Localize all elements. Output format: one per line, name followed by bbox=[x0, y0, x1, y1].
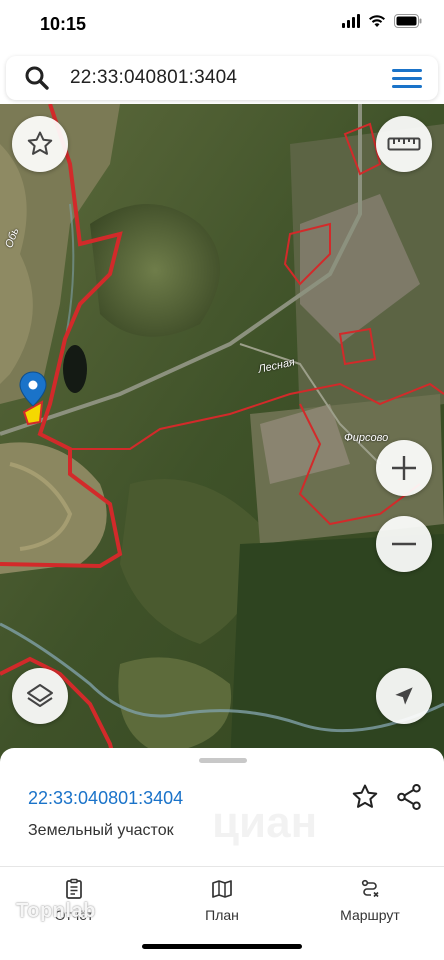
ruler-icon bbox=[387, 137, 421, 151]
parcel-type: Земельный участок bbox=[28, 822, 174, 839]
brand-watermark: Topnlab bbox=[16, 900, 96, 922]
watermark-text: циан bbox=[212, 798, 318, 847]
tab-route[interactable]: Маршрут bbox=[296, 867, 444, 937]
route-icon bbox=[361, 879, 379, 898]
tab-plan-label: План bbox=[205, 907, 239, 923]
layers-button[interactable] bbox=[12, 668, 68, 724]
star-outline-icon[interactable] bbox=[350, 782, 380, 812]
wifi-icon bbox=[368, 14, 386, 28]
hamburger-menu-icon[interactable] bbox=[390, 66, 424, 90]
map-label-village: Фирсово bbox=[344, 432, 389, 444]
my-location-button[interactable] bbox=[376, 668, 432, 724]
tab-plan[interactable]: План bbox=[148, 867, 296, 937]
status-time: 10:15 bbox=[40, 14, 87, 34]
battery-icon bbox=[394, 14, 422, 28]
map-plan-icon bbox=[212, 880, 232, 898]
status-icons bbox=[342, 14, 422, 28]
search-input[interactable]: 22:33:040801:3404 bbox=[70, 67, 237, 89]
parcel-bottom-sheet[interactable]: циан 22:33:040801:3404 Земельный участок… bbox=[0, 748, 444, 960]
minus-icon bbox=[392, 542, 416, 546]
tab-route-label: Маршрут bbox=[340, 907, 400, 923]
status-bar: 10:15 bbox=[0, 0, 444, 50]
search-icon[interactable] bbox=[24, 65, 50, 91]
zoom-out-button[interactable] bbox=[376, 516, 432, 572]
navigation-arrow-icon bbox=[395, 687, 413, 705]
satellite-map[interactable]: Лесная Фирсово Обь bbox=[0, 104, 444, 764]
report-icon bbox=[66, 878, 82, 899]
share-icon[interactable] bbox=[394, 782, 424, 812]
search-bar[interactable]: 22:33:040801:3404 bbox=[6, 56, 438, 100]
layers-icon bbox=[27, 684, 53, 707]
cellular-signal-icon bbox=[342, 14, 360, 28]
favorites-map-button[interactable] bbox=[12, 116, 68, 172]
parcel-number-link[interactable]: 22:33:040801:3404 bbox=[28, 788, 183, 809]
ruler-measure-button[interactable] bbox=[376, 116, 432, 172]
sheet-grabber[interactable] bbox=[199, 758, 247, 763]
plus-icon bbox=[392, 456, 416, 480]
zoom-in-button[interactable] bbox=[376, 440, 432, 496]
star-outline-icon bbox=[27, 131, 53, 155]
home-indicator[interactable] bbox=[142, 944, 302, 949]
